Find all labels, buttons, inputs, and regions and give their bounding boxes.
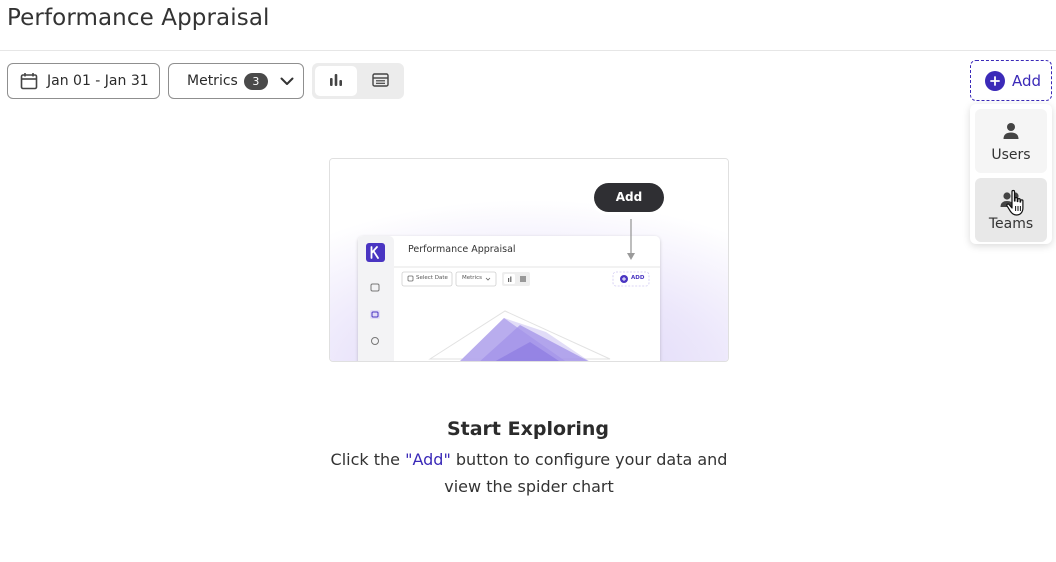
table-view-button[interactable] xyxy=(360,66,402,96)
date-range-button[interactable]: Jan 01 - Jan 31 xyxy=(7,63,160,99)
calendar-icon xyxy=(20,72,38,90)
empty-state-text: Click the xyxy=(330,450,406,469)
chart-view-button[interactable] xyxy=(315,66,357,96)
bar-chart-icon xyxy=(329,72,343,91)
add-button[interactable]: Add xyxy=(970,60,1052,101)
date-range-label: Jan 01 - Jan 31 xyxy=(47,73,149,89)
chevron-down-icon xyxy=(280,77,294,86)
empty-state-title: Start Exploring xyxy=(446,418,610,440)
preview-add-label: ADD xyxy=(631,275,645,281)
add-menu: Users Teams xyxy=(970,104,1052,244)
empty-state-description: Click the "Add" button to configure your… xyxy=(330,446,728,500)
page-title: Performance Appraisal xyxy=(7,5,270,31)
add-menu-item-users[interactable]: Users xyxy=(975,109,1047,173)
user-icon xyxy=(1002,120,1020,142)
metrics-count-badge: 3 xyxy=(243,72,268,90)
empty-state-highlight: "Add" xyxy=(405,450,451,469)
add-menu-item-teams[interactable]: Teams xyxy=(975,178,1047,242)
empty-state-text: button to configure your data and view t… xyxy=(444,450,728,496)
preview-window-title: Performance Appraisal xyxy=(408,244,516,255)
add-menu-item-label: Users xyxy=(991,146,1031,163)
add-button-label: Add xyxy=(1012,71,1042,90)
preview-illustration: Add Performance Appraisal Select Date Me… xyxy=(329,158,729,362)
header-divider xyxy=(0,50,1056,51)
preview-date-label: Select Date xyxy=(416,275,448,281)
plus-circle-icon xyxy=(985,70,1005,91)
metrics-label: Metrics xyxy=(187,73,238,89)
add-menu-item-label: Teams xyxy=(988,215,1034,232)
preview-callout-label: Add xyxy=(615,190,643,204)
table-icon xyxy=(372,72,389,91)
metrics-dropdown[interactable]: Metrics 3 xyxy=(168,63,304,99)
teams-icon xyxy=(1000,189,1022,211)
preview-metrics-label: Metrics xyxy=(462,275,482,281)
view-toggle xyxy=(312,63,404,99)
